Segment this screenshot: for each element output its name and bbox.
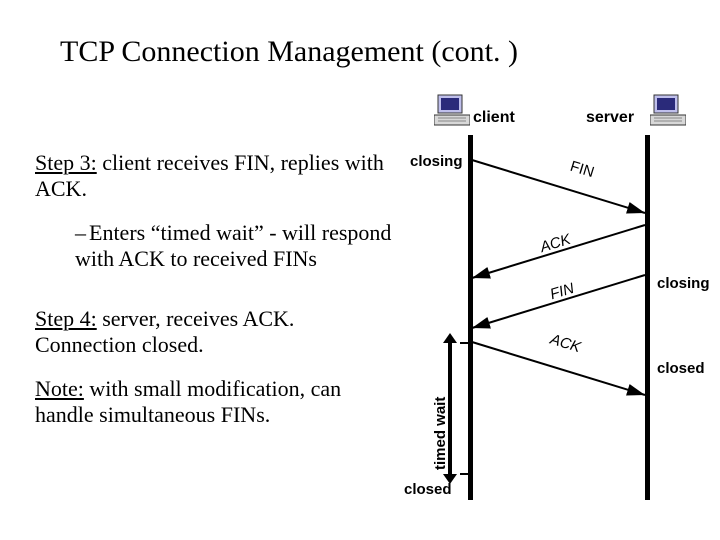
sequence-diagram: client server closing closing closed clo…: [380, 95, 700, 515]
bullet-dash: –: [75, 220, 89, 246]
step3-block: Step 3: client receives FIN, replies wit…: [35, 150, 395, 202]
step4-block: Step 4: server, receives ACK. Connection…: [35, 306, 395, 358]
step4-lead: Step 4:: [35, 306, 97, 331]
step3-lead: Step 3:: [35, 150, 97, 175]
server-state-closed: closed: [657, 360, 705, 377]
note-lead: Note:: [35, 376, 84, 401]
server-state-closing: closing: [657, 275, 710, 292]
timed-wait-label: timed wait: [432, 397, 449, 470]
slide-title: TCP Connection Management (cont. ): [60, 35, 518, 69]
body-text: Step 3: client receives FIN, replies wit…: [35, 150, 395, 428]
client-state-closing: closing: [410, 153, 463, 170]
timed-wait-tick-bottom: [460, 473, 470, 475]
step3-sub: –Enters “timed wait” - will respond with…: [75, 220, 395, 272]
timed-wait-tick-top: [460, 342, 470, 344]
note-block: Note: with small modification, can handl…: [35, 376, 395, 428]
step3-sub-text: Enters “timed wait” - will respond with …: [75, 220, 391, 271]
